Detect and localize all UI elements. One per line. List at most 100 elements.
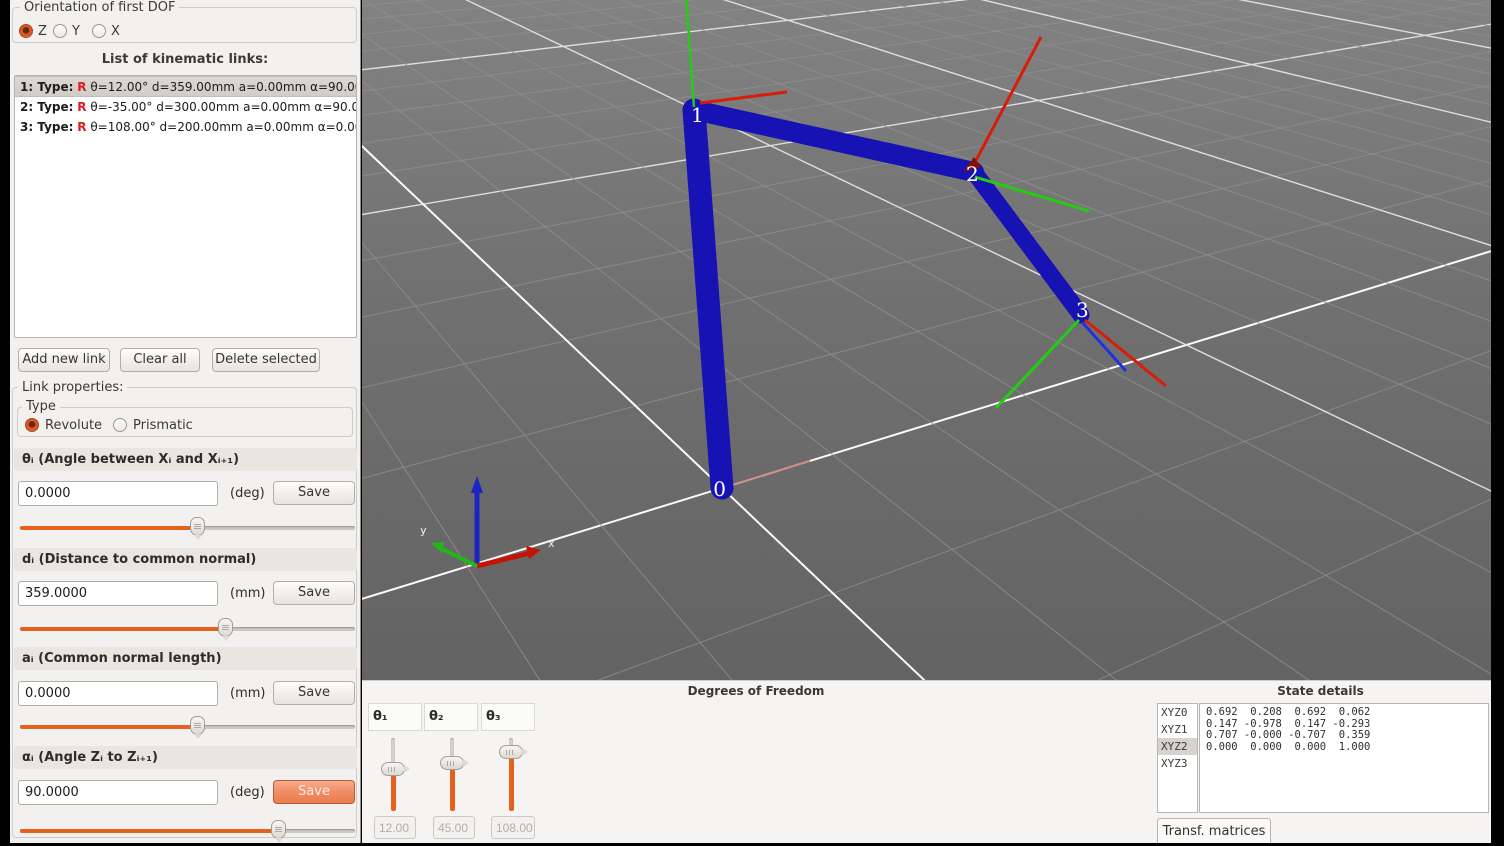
joint-label-3: 3 [1076, 298, 1089, 322]
dof-header-theta2: θ₂ [424, 703, 478, 731]
dof-header-theta3: θ₃ [481, 703, 535, 731]
link-row-1[interactable]: 1: Type: R θ=12.00° d=359.00mm a=0.00mm … [15, 76, 356, 97]
delete-selected-button[interactable]: Delete selected [212, 348, 320, 372]
world-y-arrowhead [431, 542, 444, 553]
state-panel-title: State details [1150, 684, 1491, 698]
orientation-group-title: Orientation of first DOF [20, 0, 179, 15]
joint1-z-axis [686, 0, 694, 107]
link-row-3[interactable]: 3: Type: R θ=108.00° d=200.00mm a=0.00mm… [15, 117, 356, 137]
world-y-label: y [420, 524, 427, 537]
type-group-title: Type [22, 399, 60, 414]
a-unit-label: (mm) [230, 681, 276, 706]
link-row-2[interactable]: 2: Type: R θ=-35.00° d=300.00mm a=0.00mm… [15, 97, 356, 117]
robot-arm [694, 110, 1081, 488]
dof-slider-theta2-fill [450, 763, 455, 811]
radio-orientation-x-label: X [111, 24, 120, 39]
dof-value-theta1[interactable] [374, 816, 416, 839]
clear-all-button[interactable]: Clear all [120, 348, 200, 372]
radio-orientation-y[interactable] [53, 24, 67, 38]
d-unit-label: (mm) [230, 581, 276, 606]
robot-link-1 [694, 110, 722, 488]
dof-value-theta2[interactable] [433, 816, 475, 839]
radio-orientation-y-label: Y [72, 24, 80, 39]
radio-orientation-x[interactable] [92, 24, 106, 38]
d-input[interactable] [18, 581, 218, 606]
frame0-x-axis [724, 461, 810, 487]
dof-header-theta1: θ₁ [368, 703, 422, 731]
joint-label-0: 0 [713, 477, 726, 501]
state-frame-xyz2[interactable]: XYZ2 [1158, 738, 1197, 755]
d-slider[interactable] [20, 618, 355, 640]
radio-type-revolute[interactable] [25, 418, 39, 432]
state-frame-xyz1[interactable]: XYZ1 [1158, 721, 1197, 738]
alpha-save-button[interactable]: Save [273, 780, 355, 804]
link-row-1-type: R [77, 80, 86, 94]
sidebar: Orientation of first DOF Z Y X List of k… [10, 0, 361, 843]
world-z-arrowhead [471, 476, 483, 493]
a-input[interactable] [18, 681, 218, 706]
a-slider-fill [20, 725, 197, 729]
dof-panel-title: Degrees of Freedom [362, 684, 1150, 698]
dof-slider-theta1-handle[interactable] [381, 762, 405, 776]
matrix-row-3: 0.707 -0.000 -0.707 0.359 [1206, 730, 1488, 742]
joint-label-1: 1 [691, 103, 704, 127]
link-row-3-params: θ=108.00° d=200.00mm a=0.00mm α=0.00° [90, 120, 357, 134]
robot-link-2 [694, 110, 974, 172]
a-save-button[interactable]: Save [273, 681, 355, 705]
radio-orientation-z-label: Z [38, 24, 47, 39]
state-frames-list: XYZ0 XYZ1 XYZ2 XYZ3 [1157, 703, 1198, 813]
joint1-x-axis [700, 92, 787, 103]
world-x-arrowhead [526, 546, 541, 559]
link-row-2-type: R [77, 100, 86, 114]
links-list-title: List of kinematic links: [10, 52, 360, 67]
matrix-row-4: 0.000 0.000 0.000 1.000 [1206, 742, 1488, 754]
transf-matrices-tab[interactable]: Transf. matrices [1157, 818, 1271, 844]
add-new-link-button[interactable]: Add new link [18, 348, 110, 372]
a-slider-handle[interactable] [190, 716, 205, 735]
d-slider-fill [20, 627, 225, 631]
radio-type-prismatic-label: Prismatic [133, 418, 193, 433]
right-black-bar [1491, 0, 1504, 846]
joint-label-2: 2 [966, 162, 979, 186]
3d-viewport[interactable]: x y 0 1 [362, 0, 1491, 680]
3d-scene: x y 0 1 [362, 0, 1491, 680]
world-x-label: x [548, 537, 555, 550]
radio-type-revolute-label: Revolute [45, 418, 102, 433]
theta-unit-label: (deg) [230, 481, 276, 506]
d-slider-handle[interactable] [218, 618, 233, 637]
joint3-y-axis [996, 320, 1079, 408]
radio-orientation-z[interactable] [19, 24, 33, 38]
dof-slider-theta3-handle[interactable] [499, 745, 523, 759]
theta-slider[interactable] [20, 517, 355, 539]
dof-slider-theta2-handle[interactable] [440, 756, 464, 770]
dof-value-theta3[interactable] [491, 816, 535, 839]
link-row-1-params: θ=12.00° d=359.00mm a=0.00mm α=90.00° [90, 80, 357, 94]
alpha-input[interactable] [18, 780, 218, 805]
transformation-matrix-box: 0.692 0.208 0.692 0.062 0.147 -0.978 0.1… [1199, 703, 1489, 813]
theta-save-button[interactable]: Save [273, 481, 355, 505]
world-frame: x y [420, 461, 810, 566]
d-save-button[interactable]: Save [273, 581, 355, 605]
a-section-header: aᵢ (Common normal length) [14, 647, 357, 670]
state-frame-xyz3[interactable]: XYZ3 [1158, 755, 1197, 772]
theta-input[interactable] [18, 481, 218, 506]
theta-slider-fill [20, 526, 197, 530]
state-frame-xyz0[interactable]: XYZ0 [1158, 704, 1197, 721]
radio-type-prismatic[interactable] [113, 418, 127, 432]
alpha-slider[interactable] [20, 820, 355, 842]
link-row-3-prefix: 3: Type: [20, 120, 73, 134]
dof-slider-theta3-fill [509, 752, 514, 811]
link-row-2-params: θ=-35.00° d=300.00mm a=0.00mm α=90.00° [90, 100, 357, 114]
alpha-slider-handle[interactable] [271, 820, 286, 839]
theta-slider-handle[interactable] [190, 517, 205, 536]
link-row-3-type: R [77, 120, 86, 134]
bottom-panel: Degrees of Freedom State details θ₁ θ₂ θ… [362, 680, 1491, 843]
theta-section-header: θᵢ (Angle between Xᵢ and Xᵢ₊₁) [14, 448, 357, 471]
a-slider[interactable] [20, 716, 355, 738]
alpha-section-header: αᵢ (Angle Zᵢ to Zᵢ₊₁) [14, 746, 357, 769]
app-window: Orientation of first DOF Z Y X List of k… [0, 0, 1504, 846]
link-properties-title: Link properties: [18, 380, 127, 395]
3d-grid [362, 0, 1491, 680]
link-row-2-prefix: 2: Type: [20, 100, 73, 114]
link-row-1-prefix: 1: Type: [20, 80, 73, 94]
